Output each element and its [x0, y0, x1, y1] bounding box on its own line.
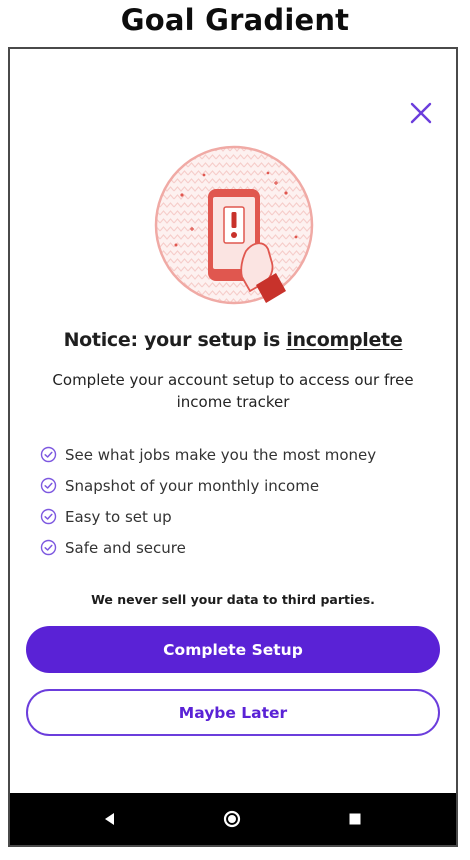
check-circle-icon [40, 446, 57, 463]
back-button[interactable] [100, 809, 120, 829]
complete-setup-button[interactable]: Complete Setup [26, 626, 440, 673]
close-button[interactable] [408, 100, 434, 126]
benefits-list: See what jobs make you the most money Sn… [40, 439, 440, 563]
privacy-note: We never sell your data to third parties… [91, 592, 375, 607]
home-icon [223, 810, 241, 828]
check-circle-icon [40, 477, 57, 494]
benefit-text: See what jobs make you the most money [65, 445, 377, 464]
back-icon [105, 813, 114, 825]
home-button[interactable] [222, 809, 242, 829]
phone-screen: Notice: your setup is incomplete Complet… [8, 47, 458, 847]
recents-button[interactable] [345, 809, 365, 829]
maybe-later-button[interactable]: Maybe Later [26, 689, 440, 736]
benefit-item: Easy to set up [40, 501, 440, 532]
check-circle-icon [40, 539, 57, 556]
phone-alert-illustration [146, 145, 322, 305]
recents-icon [349, 813, 361, 825]
headline: Notice: your setup is incomplete [10, 329, 456, 351]
benefit-item: Snapshot of your monthly income [40, 470, 440, 501]
headline-emphasis: incomplete [286, 329, 403, 351]
android-nav-bar [10, 793, 456, 845]
headline-prefix: Notice: your setup is [63, 329, 287, 351]
benefit-text: Safe and secure [65, 538, 186, 557]
check-circle-icon [40, 508, 57, 525]
close-icon [410, 102, 432, 124]
benefit-item: See what jobs make you the most money [40, 439, 440, 470]
benefit-text: Easy to set up [65, 507, 172, 526]
subtext: Complete your account setup to access ou… [52, 371, 414, 411]
benefit-text: Snapshot of your monthly income [65, 476, 320, 495]
slide-caption: Goal Gradient [120, 3, 350, 37]
benefit-item: Safe and secure [40, 532, 440, 563]
